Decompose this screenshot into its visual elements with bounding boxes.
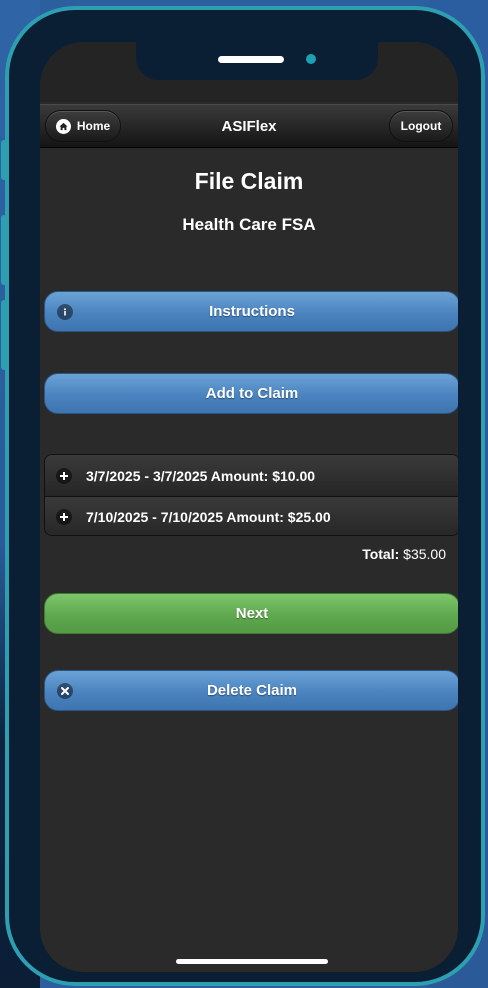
plus-icon (56, 509, 72, 525)
claim-item[interactable]: 3/7/2025 - 3/7/2025 Amount: $10.00 (45, 455, 458, 496)
next-button[interactable]: Next (44, 593, 458, 634)
add-to-claim-button[interactable]: Add to Claim (44, 373, 458, 414)
info-icon (57, 303, 73, 320)
phone-volume-up (1, 215, 7, 285)
close-icon (57, 682, 73, 699)
claim-item-label: 7/10/2025 - 7/10/2025 Amount: $25.00 (86, 509, 331, 525)
phone-frame: Home ASIFlex Logout File Claim Health Ca… (1, 6, 485, 986)
app-screen: Home ASIFlex Logout File Claim Health Ca… (40, 42, 458, 972)
home-indicator (176, 959, 328, 964)
instructions-button-label: Instructions (209, 303, 295, 320)
plus-icon (56, 467, 72, 484)
delete-claim-button[interactable]: Delete Claim (44, 670, 458, 711)
page-title: File Claim (194, 168, 304, 194)
page-subtitle: Health Care FSA (182, 215, 316, 234)
instructions-button[interactable]: Instructions (44, 291, 458, 332)
logout-button[interactable]: Logout (389, 110, 453, 142)
header-bar: Home ASIFlex Logout (40, 104, 458, 148)
add-to-claim-button-label: Add to Claim (205, 385, 299, 402)
next-button-label: Next (235, 605, 269, 622)
phone-side-button (1, 140, 7, 180)
speaker-grille (218, 56, 284, 63)
phone-bezel: Home ASIFlex Logout File Claim Health Ca… (1, 10, 481, 982)
phone-notch (136, 42, 378, 80)
claim-list: 3/7/2025 - 3/7/2025 Amount: $10.00 7/10/… (44, 454, 458, 536)
claim-item-label: 3/7/2025 - 3/7/2025 Amount: $10.00 (86, 467, 316, 484)
claim-item[interactable]: 7/10/2025 - 7/10/2025 Amount: $25.00 (45, 496, 458, 535)
total-label: Total: (362, 546, 400, 562)
front-camera (306, 54, 316, 64)
delete-claim-button-label: Delete Claim (206, 682, 298, 699)
total-value: $35.00 (403, 546, 446, 562)
phone-volume-down (1, 300, 7, 370)
claim-total: Total: $35.00 (362, 546, 446, 562)
